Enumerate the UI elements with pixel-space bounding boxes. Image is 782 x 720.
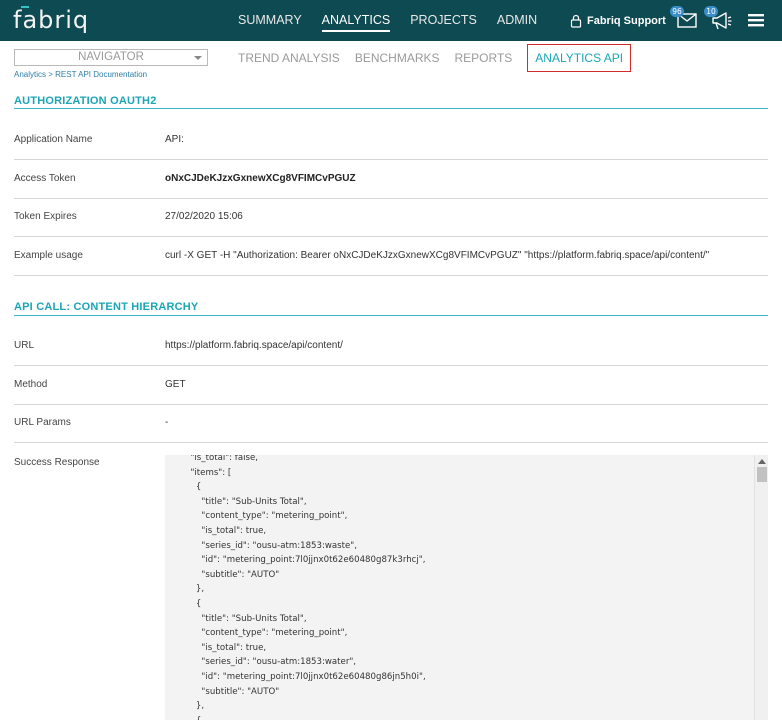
scrollbar-thumb[interactable] (757, 467, 767, 482)
tab-analytics-api[interactable]: ANALYTICS API (527, 44, 632, 72)
example-usage-value[interactable]: curl -X GET -H "Authorization: Bearer oN… (165, 237, 709, 275)
breadcrumb-current[interactable]: REST API Documentation (55, 70, 147, 79)
auth-row-token-expires: Token Expires 27/02/2020 15:06 (14, 198, 768, 237)
access-token-value[interactable]: oNxCJDeKJzxGxnewXCg8VFIMCvPGUZ (165, 160, 356, 198)
row-label: Example usage (14, 250, 83, 261)
hamburger-menu-button[interactable] (744, 8, 768, 32)
section-divider (14, 315, 768, 316)
user-menu[interactable]: Fabriq Support (570, 0, 666, 41)
row-label: Access Token (14, 173, 76, 184)
row-label: URL (14, 340, 35, 351)
row-label: Application Name (14, 134, 93, 145)
breadcrumb: Analytics > REST API Documentation (14, 70, 147, 79)
main-nav: SUMMARY ANALYTICS PROJECTS ADMIN (238, 0, 547, 41)
auth-row-example-usage: Example usage curl -X GET -H "Authorizat… (14, 237, 768, 276)
row-value: API: (165, 134, 184, 145)
tab-reports[interactable]: REPORTS (455, 51, 513, 65)
auth-row-application-name: Application Name API: (14, 121, 768, 160)
api-row-method: Method GET (14, 366, 768, 405)
auth-row-access-token: Access Token oNxCJDeKJzxGxnewXCg8VFIMCvP… (14, 160, 768, 199)
breadcrumb-separator: > (48, 70, 53, 79)
row-value: - (165, 417, 169, 428)
api-row-url-params: URL Params - (14, 404, 768, 443)
api-url-value[interactable]: https://platform.fabriq.space/api/conten… (165, 327, 343, 365)
tab-trend-analysis[interactable]: TREND ANALYSIS (238, 51, 340, 65)
scroll-up-arrow-icon[interactable] (758, 459, 766, 464)
row-label: Method (14, 379, 48, 390)
announcements-count-badge: 10 (704, 6, 718, 17)
section-divider (14, 108, 768, 109)
navigator-placeholder: NAVIGATOR (78, 51, 144, 63)
api-section-title: API CALL: CONTENT HIERARCHY (14, 301, 199, 313)
user-name: Fabriq Support (587, 14, 666, 27)
logo-accent-mark (21, 6, 29, 8)
fabriq-logo[interactable]: fabriq (13, 6, 89, 34)
auth-section-title: AUTHORIZATION OAUTH2 (14, 95, 157, 107)
announcements-button[interactable]: 10 (704, 6, 734, 32)
vertical-scrollbar[interactable] (754, 455, 768, 720)
api-row-url: URL https://platform.fabriq.space/api/co… (14, 327, 768, 366)
nav-summary[interactable]: SUMMARY (238, 0, 312, 41)
messages-count-badge: 96 (670, 6, 684, 17)
nav-analytics[interactable]: ANALYTICS (312, 0, 401, 41)
tab-benchmarks[interactable]: BENCHMARKS (355, 51, 440, 65)
chevron-down-icon (194, 56, 202, 60)
top-bar: fabriq SUMMARY ANALYTICS PROJECTS ADMIN … (0, 0, 782, 41)
row-value: GET (165, 379, 186, 390)
success-response-body: "is_total": false, "items": [ { "title":… (190, 455, 426, 720)
success-response-label: Success Response (14, 457, 100, 468)
nav-projects[interactable]: PROJECTS (400, 0, 487, 41)
hamburger-icon (748, 14, 764, 27)
row-value: 27/02/2020 15:06 (165, 211, 243, 222)
nav-admin[interactable]: ADMIN (487, 0, 547, 41)
row-label: Token Expires (14, 211, 77, 222)
row-label: URL Params (14, 417, 71, 428)
sub-nav: TREND ANALYSIS BENCHMARKS REPORTS ANALYT… (238, 44, 646, 72)
lock-icon (570, 14, 582, 28)
success-response-code-box[interactable]: "is_total": false, "items": [ { "title":… (165, 455, 768, 720)
navigator-select[interactable]: NAVIGATOR (14, 49, 208, 66)
messages-button[interactable]: 96 (670, 6, 700, 32)
breadcrumb-analytics[interactable]: Analytics (14, 70, 46, 79)
